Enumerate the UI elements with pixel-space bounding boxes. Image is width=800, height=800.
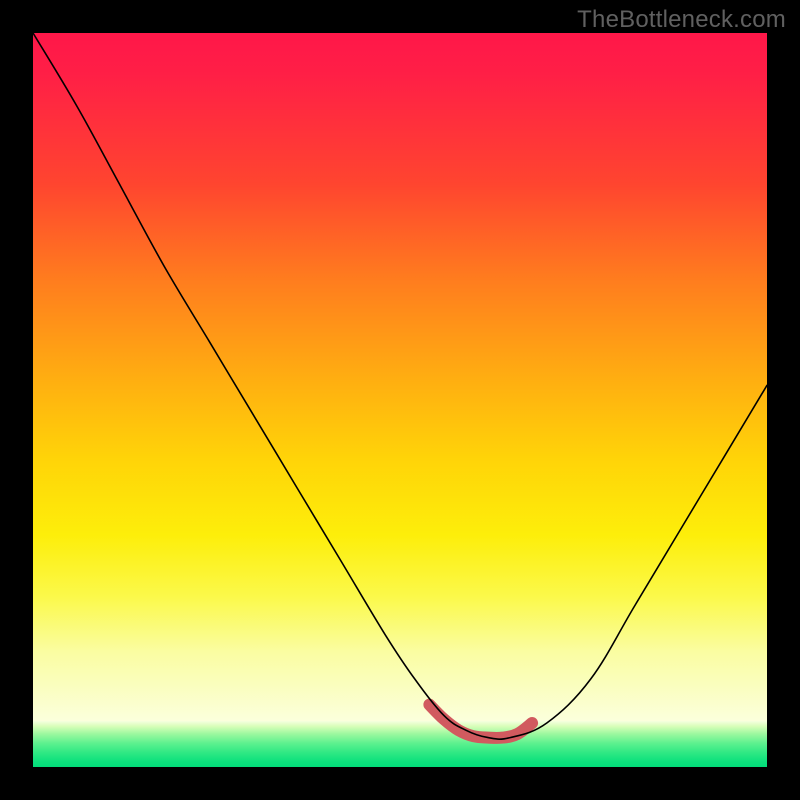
watermark-text: TheBottleneck.com <box>577 6 786 34</box>
optimal-highlight <box>429 705 532 738</box>
chart-frame: TheBottleneck.com <box>0 0 800 800</box>
plot-area <box>33 33 767 767</box>
bottleneck-curve <box>33 33 767 739</box>
curve-svg <box>33 33 767 767</box>
